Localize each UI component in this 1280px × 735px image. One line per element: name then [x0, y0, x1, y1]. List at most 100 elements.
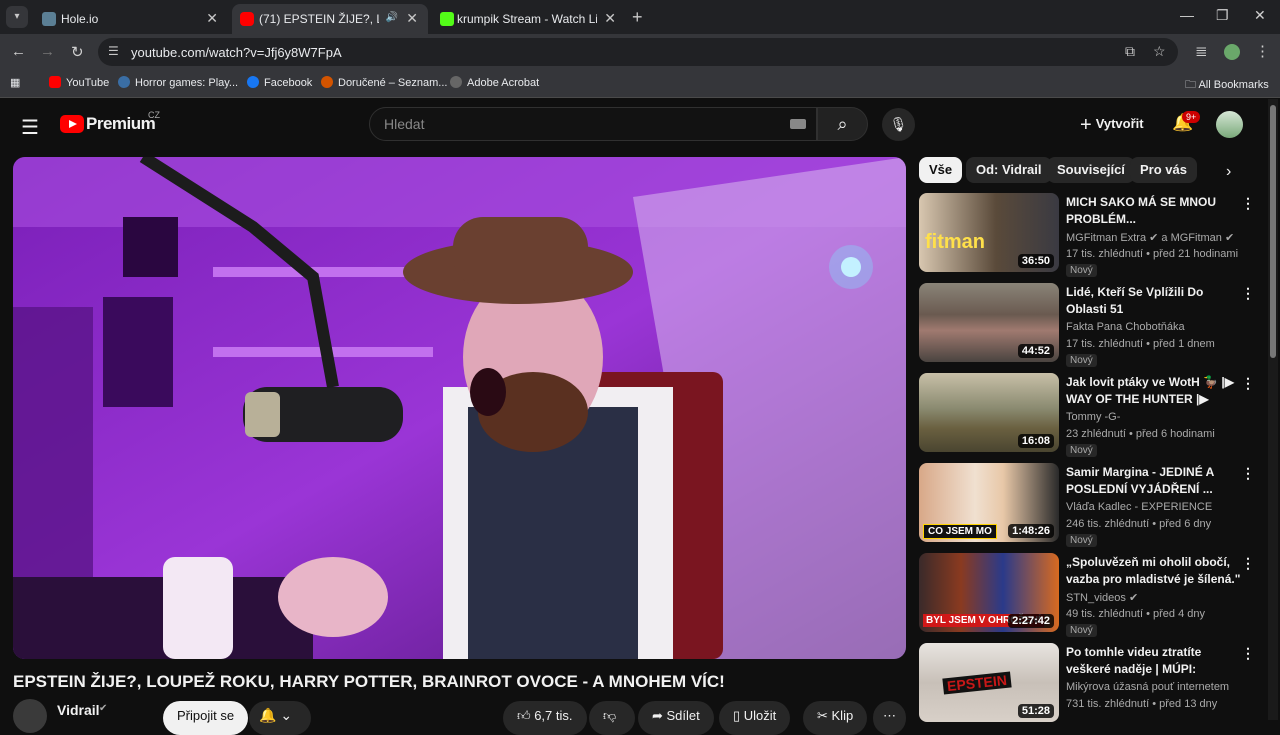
chip-from-channel[interactable]: Od: Vidrail — [966, 157, 1052, 183]
video-duration: 44:52 — [1017, 344, 1054, 358]
search-button[interactable]: ⌕ — [817, 107, 868, 141]
save-button[interactable]: ▯ Uložit — [719, 701, 791, 735]
recommended-video-channel[interactable]: MGFitman Extra ✔ a MGFitman ✔ — [1066, 231, 1234, 244]
recommended-video-title[interactable]: Po tomhle videu ztratíte veškeré naděje … — [1066, 644, 1241, 678]
more-vertical-icon[interactable]: ⋮ — [1241, 555, 1255, 572]
like-button[interactable]: 👍︎ 6,7 tis. — [503, 701, 587, 735]
video-thumbnail[interactable]: fitman 36:50 — [919, 193, 1059, 272]
recommended-video-channel[interactable]: STN_videos ✔ — [1066, 591, 1138, 604]
bookmark-seznam[interactable]: Doručené – Seznam... — [321, 76, 447, 89]
recommended-video[interactable]: CO JSEM MO 1:48:26 Samir Margina - JEDIN… — [919, 463, 1264, 547]
recommended-video-channel[interactable]: Vláďa Kadlec - EXPERIENCE — [1066, 501, 1212, 513]
video-thumbnail[interactable]: EPSTEIN 51:28 — [919, 643, 1059, 722]
chrome-menu-icon[interactable]: ⋮ — [1255, 42, 1270, 60]
thumbs-down-icon: 👎︎ — [603, 708, 617, 723]
join-button[interactable]: Připojit se — [163, 701, 249, 735]
tab-hole-io[interactable]: Hole.io ✕ — [34, 4, 228, 34]
video-duration: 1:48:26 — [1008, 524, 1054, 538]
share-button[interactable]: ➦ Sdílet — [638, 701, 714, 735]
subscription-bell-button[interactable]: 🔔 ⌄ — [249, 701, 311, 735]
page-scrollbar[interactable] — [1268, 99, 1278, 720]
browser-tab-bar: ▾ Hole.io ✕ (71) EPSTEIN ŽIJE?, LOUPEŽ 🔊… — [0, 0, 1280, 34]
search-input[interactable]: Hledat — [369, 107, 817, 141]
recommended-video[interactable]: EPSTEIN 51:28 Po tomhle videu ztratíte v… — [919, 643, 1264, 723]
tab-kick-stream[interactable]: krumpik Stream - Watch Live o ✕ — [432, 4, 626, 34]
speaker-icon[interactable]: 🔊 — [386, 12, 398, 23]
video-thumbnail[interactable]: BYL JSEM V OHROŽENÍ 2:27:42 — [919, 553, 1059, 632]
more-vertical-icon[interactable]: ⋮ — [1241, 285, 1255, 302]
channel-name[interactable]: Vidrail — [57, 702, 100, 718]
recommended-video-channel[interactable]: Mikýrova úžasná pouť internetem — [1066, 681, 1229, 693]
all-bookmarks[interactable]: 🗀 All Bookmarks — [1185, 76, 1269, 95]
new-tab-icon[interactable]: + — [632, 7, 643, 28]
bookmark-facebook[interactable]: Facebook — [247, 76, 312, 89]
tab-search-button[interactable]: ▾ — [6, 6, 28, 28]
media-control-icon[interactable]: ≣ — [1195, 42, 1208, 60]
back-icon[interactable]: ← — [11, 43, 26, 60]
recommended-video-meta: 49 tis. zhlédnutí • před 4 dny — [1066, 608, 1205, 620]
new-badge: Nový — [1066, 624, 1097, 637]
chip-related[interactable]: Související — [1047, 157, 1135, 183]
bookmarks-bar: ▦ YouTube Horror games: Play... Facebook… — [0, 70, 1280, 98]
close-tab-icon[interactable]: ✕ — [406, 10, 418, 27]
channel-avatar[interactable] — [13, 699, 47, 733]
close-tab-icon[interactable]: ✕ — [604, 10, 616, 27]
hamburger-menu-icon[interactable]: ☰ — [21, 115, 39, 140]
youtube-favicon-icon — [240, 12, 254, 26]
recommended-video-meta: 23 zhlédnutí • před 6 hodinami — [1066, 428, 1215, 440]
bookmark-youtube[interactable]: YouTube — [49, 76, 109, 89]
chip-all[interactable]: Vše — [919, 157, 963, 183]
site-info-icon[interactable]: ☰ — [108, 44, 119, 58]
more-vertical-icon[interactable]: ⋮ — [1241, 465, 1255, 482]
voice-search-button[interactable]: 🎙 — [882, 108, 915, 141]
recommended-video-title[interactable]: „Spoluvězeň mi oholil obočí, vazba pro m… — [1066, 554, 1241, 588]
keyboard-icon[interactable] — [790, 119, 806, 129]
reload-icon[interactable]: ↻ — [71, 43, 84, 61]
apps-grid-icon[interactable]: ▦ — [10, 76, 20, 89]
video-thumbnail[interactable]: CO JSEM MO 1:48:26 — [919, 463, 1059, 542]
profile-avatar[interactable] — [1224, 44, 1240, 60]
video-player[interactable] — [13, 157, 906, 659]
video-duration: 16:08 — [1017, 434, 1054, 448]
address-bar[interactable]: ☰ youtube.com/watch?v=Jfj6y8W7FpA ⧉ ☆ — [98, 38, 1178, 66]
chevron-right-icon[interactable]: › — [1226, 163, 1231, 181]
recommended-video[interactable]: 44:52 Lidé, Kteří Se Vplížili Do Oblasti… — [919, 283, 1264, 367]
more-actions-button[interactable]: ⋯ — [873, 701, 906, 735]
globe-icon — [450, 76, 462, 88]
video-thumbnail[interactable]: 44:52 — [919, 283, 1059, 362]
install-app-icon[interactable]: ⧉ — [1125, 43, 1135, 60]
youtube-premium-logo[interactable]: Premium CZ — [60, 110, 160, 134]
maximize-icon[interactable]: ❐ — [1216, 7, 1229, 24]
bookmark-star-icon[interactable]: ☆ — [1153, 43, 1166, 60]
recommended-video-title[interactable]: Jak lovit ptáky ve WotH 🦆 |▶ WAY OF THE … — [1066, 374, 1241, 408]
recommended-video-title[interactable]: Samir Margina - JEDINÉ A POSLEDNÍ VYJÁDŘ… — [1066, 464, 1241, 498]
new-badge: Nový — [1066, 354, 1097, 367]
browser-toolbar: ← → ↻ ☰ youtube.com/watch?v=Jfj6y8W7FpA … — [0, 34, 1280, 70]
minimize-icon[interactable]: — — [1180, 7, 1194, 23]
more-vertical-icon[interactable]: ⋮ — [1241, 375, 1255, 392]
scrollbar-thumb[interactable] — [1270, 105, 1276, 358]
close-window-icon[interactable]: ✕ — [1254, 7, 1266, 24]
chip-for-you[interactable]: Pro vás — [1130, 157, 1197, 183]
bookmark-adobe-acrobat[interactable]: Adobe Acrobat — [450, 76, 539, 89]
new-badge: Nový — [1066, 534, 1097, 547]
recommended-video[interactable]: BYL JSEM V OHROŽENÍ 2:27:42 „Spoluvězeň … — [919, 553, 1264, 637]
recommended-video-channel[interactable]: Fakta Pana Chobotňáka — [1066, 321, 1185, 333]
forward-icon[interactable]: → — [40, 43, 55, 60]
video-thumbnail[interactable]: 16:08 — [919, 373, 1059, 452]
tab-youtube-video[interactable]: (71) EPSTEIN ŽIJE?, LOUPEŽ 🔊 ✕ — [232, 4, 428, 34]
recommended-video[interactable]: fitman 36:50 MICH SAKO MÁ SE MNOU PROBLÉ… — [919, 193, 1264, 277]
account-avatar[interactable] — [1216, 111, 1243, 138]
create-button[interactable]: + Vytvořit — [1080, 114, 1144, 137]
dislike-button[interactable]: 👎︎ — [589, 701, 635, 735]
more-vertical-icon[interactable]: ⋮ — [1241, 195, 1255, 212]
recommended-video-channel[interactable]: Tommy -G- — [1066, 411, 1120, 423]
more-vertical-icon[interactable]: ⋮ — [1241, 645, 1255, 662]
recommended-video-title[interactable]: MICH SAKO MÁ SE MNOU PROBLÉM... — [1066, 194, 1241, 228]
bookmark-horror-games[interactable]: Horror games: Play... — [118, 76, 238, 89]
more-horizontal-icon: ⋯ — [883, 708, 896, 723]
close-tab-icon[interactable]: ✕ — [206, 10, 218, 27]
recommended-video-title[interactable]: Lidé, Kteří Se Vplížili Do Oblasti 51 — [1066, 284, 1241, 318]
clip-button[interactable]: ✂ Klip — [803, 701, 868, 735]
recommended-video[interactable]: 16:08 Jak lovit ptáky ve WotH 🦆 |▶ WAY O… — [919, 373, 1264, 457]
